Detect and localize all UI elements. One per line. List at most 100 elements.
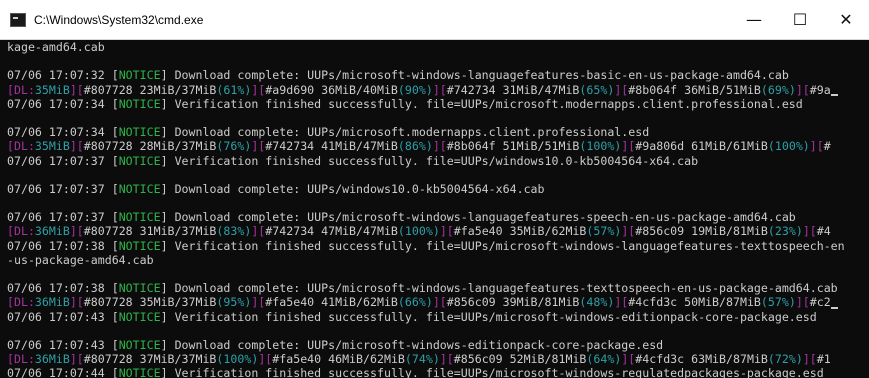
log-message: Download complete: UUPs/windows10.0-kb50… xyxy=(174,181,545,196)
download-progress-segment: ][ xyxy=(795,82,810,97)
download-progress-segment: #c2 xyxy=(809,295,831,310)
title-bar[interactable]: C:\Windows\System32\cmd.exe — ☐ ✕ xyxy=(0,0,869,40)
minimize-button[interactable]: — xyxy=(731,0,777,40)
log-spacer: ] xyxy=(160,238,175,253)
window-title: C:\Windows\System32\cmd.exe xyxy=(34,12,204,27)
download-progress-segment: ][ xyxy=(432,295,447,310)
download-progress-segment: #4 xyxy=(816,224,831,239)
console-line: 07/06 17:07:34 [NOTICE] Download complet… xyxy=(7,125,857,139)
log-spacer: ] xyxy=(160,210,175,225)
download-progress-segment: ][ xyxy=(614,295,629,310)
download-progress-segment: ][ xyxy=(439,352,454,367)
download-progress-segment: # xyxy=(823,139,831,154)
log-spacer: ] xyxy=(160,68,175,83)
log-message: Download complete: UUPs/microsoft-window… xyxy=(174,68,789,83)
log-spacer: [ xyxy=(104,181,119,196)
log-timestamp: 07/06 17:07:34 xyxy=(7,96,105,111)
log-spacer: ] xyxy=(160,153,175,168)
maximize-button[interactable]: ☐ xyxy=(777,0,823,40)
download-progress-segment: ][ xyxy=(802,224,817,239)
download-progress-segment: #742734 41MiB/47MiB xyxy=(265,139,398,154)
log-spacer: [ xyxy=(104,96,119,111)
console-text: -us-package-amd64.cab xyxy=(7,252,154,267)
download-progress-segment: #4cfd3c 50MiB/87MiB xyxy=(628,295,761,310)
download-progress-segment: #8b064f 51MiB/51MiB xyxy=(446,139,580,154)
log-timestamp: 07/06 17:07:37 xyxy=(7,181,105,196)
download-progress-segment: ][ xyxy=(802,352,817,367)
log-level-tag: NOTICE xyxy=(118,181,161,196)
log-message: Verification finished successfully. file… xyxy=(174,238,845,253)
console-line: [DL:36MiB][#807728 31MiB/37MiB(83%)][#74… xyxy=(7,224,857,238)
log-message: Download complete: UUPs/microsoft-window… xyxy=(174,281,838,296)
download-progress-segment: ][ xyxy=(69,295,84,310)
log-message: Download complete: UUPs/microsoft-window… xyxy=(174,210,796,225)
console-line: [DL:36MiB][#807728 35MiB/37MiB(95%)][#fa… xyxy=(7,295,857,309)
download-progress-segment: #4cfd3c 63MiB/87MiB xyxy=(635,352,768,367)
download-progress-segment: ][ xyxy=(621,224,636,239)
download-progress-segment: (57%) xyxy=(586,224,622,239)
download-progress-segment: ][ xyxy=(251,295,266,310)
log-spacer: [ xyxy=(104,309,119,324)
download-progress-segment: #807728 31MiB/37MiB xyxy=(83,224,217,239)
download-progress-segment: 36MiB xyxy=(34,295,70,310)
download-progress-segment: ][ xyxy=(251,82,266,97)
download-progress-segment: (83%) xyxy=(216,224,252,239)
log-spacer: ] xyxy=(160,309,175,324)
log-level-tag: NOTICE xyxy=(118,309,161,324)
log-level-tag: NOTICE xyxy=(118,281,161,296)
download-progress-segment: ][ xyxy=(251,224,266,239)
download-progress-segment: #1 xyxy=(816,352,831,367)
log-spacer: [ xyxy=(104,68,119,83)
download-progress-segment: (48%) xyxy=(579,295,615,310)
download-progress-segment: ][ xyxy=(621,352,636,367)
log-message: Download complete: UUPs/microsoft.modern… xyxy=(174,125,650,140)
log-level-tag: NOTICE xyxy=(118,153,161,168)
download-progress-segment: 36MiB xyxy=(34,352,70,367)
download-progress-segment: #807728 35MiB/37MiB xyxy=(83,295,217,310)
download-progress-segment: #807728 28MiB/37MiB xyxy=(83,139,217,154)
log-message: Verification finished successfully. file… xyxy=(174,309,817,324)
download-progress-segment: #fa5e40 46MiB/62MiB xyxy=(272,352,405,367)
log-spacer: ] xyxy=(160,337,175,352)
cmd-window: C:\Windows\System32\cmd.exe — ☐ ✕ kage-a… xyxy=(0,0,869,378)
download-progress-segment: [DL: xyxy=(7,352,35,367)
console-output[interactable]: kage-amd64.cab 07/06 17:07:32 [NOTICE] Do… xyxy=(0,40,857,378)
download-progress-segment: (66%) xyxy=(397,295,433,310)
console-line: 07/06 17:07:43 [NOTICE] Verification fin… xyxy=(7,310,857,324)
log-timestamp: 07/06 17:07:38 xyxy=(7,281,105,296)
console-line: [DL:35MiB][#807728 23MiB/37MiB(61%)][#a9… xyxy=(7,83,857,97)
log-spacer: [ xyxy=(104,337,119,352)
download-progress-segment: (72%) xyxy=(767,352,803,367)
download-progress-segment: #856c09 39MiB/81MiB xyxy=(446,295,580,310)
log-spacer: [ xyxy=(104,153,119,168)
log-timestamp: 07/06 17:07:43 xyxy=(7,309,105,324)
download-progress-segment: (100%) xyxy=(579,139,622,154)
scrollbar[interactable] xyxy=(857,40,869,378)
log-level-tag: NOTICE xyxy=(118,238,161,253)
download-progress-segment: (64%) xyxy=(586,352,622,367)
log-level-tag: NOTICE xyxy=(118,366,161,378)
log-spacer: [ xyxy=(104,281,119,296)
download-progress-segment: (23%) xyxy=(767,224,803,239)
download-progress-segment: ][ xyxy=(621,139,636,154)
download-progress-segment: #807728 37MiB/37MiB xyxy=(83,352,217,367)
download-progress-segment: #9a806d 61MiB/61MiB xyxy=(635,139,768,154)
download-progress-segment: 35MiB xyxy=(34,139,70,154)
download-progress-segment: ][ xyxy=(614,82,629,97)
log-timestamp: 07/06 17:07:38 xyxy=(7,238,105,253)
download-progress-segment: (95%) xyxy=(216,295,252,310)
console-line: 07/06 17:07:43 [NOTICE] Download complet… xyxy=(7,338,857,352)
download-progress-segment: ][ xyxy=(795,295,810,310)
close-button[interactable]: ✕ xyxy=(823,0,869,40)
log-spacer: ] xyxy=(160,281,175,296)
console-line: 07/06 17:07:44 [NOTICE] Verification fin… xyxy=(7,366,857,378)
console-line: [DL:36MiB][#807728 37MiB/37MiB(100%)][#f… xyxy=(7,352,857,366)
download-progress-segment: [DL: xyxy=(7,224,35,239)
console-line: 07/06 17:07:37 [NOTICE] Download complet… xyxy=(7,210,857,224)
log-message: Verification finished successfully. file… xyxy=(174,153,699,168)
log-timestamp: 07/06 17:07:43 xyxy=(7,337,105,352)
log-spacer: [ xyxy=(104,125,119,140)
download-progress-segment: #807728 23MiB/37MiB xyxy=(83,82,217,97)
